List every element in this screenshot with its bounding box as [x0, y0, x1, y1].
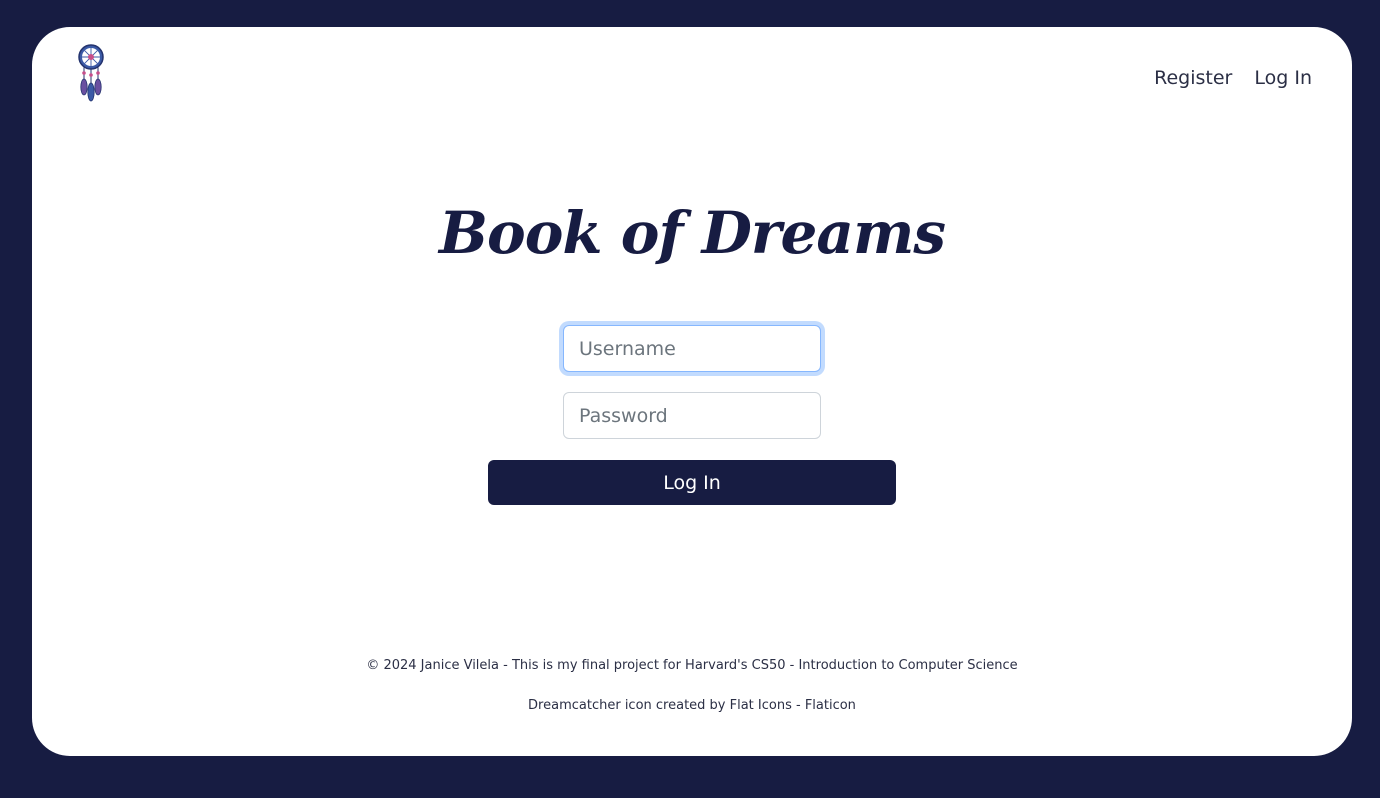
page-title: Book of Dreams: [439, 199, 946, 267]
top-nav: Register Log In: [1154, 67, 1312, 89]
footer-credit: © 2024 Janice Vilela - This is my final …: [366, 658, 1018, 673]
dreamcatcher-icon[interactable]: [74, 43, 108, 103]
login-link[interactable]: Log In: [1254, 67, 1312, 89]
page-card: Register Log In Book of Dreams Log In © …: [32, 27, 1352, 756]
footer-icon-credit: Dreamcatcher icon created by Flat Icons …: [528, 698, 856, 713]
password-input[interactable]: [563, 392, 821, 439]
username-input[interactable]: [563, 325, 821, 372]
register-link[interactable]: Register: [1154, 67, 1232, 89]
login-button[interactable]: Log In: [488, 460, 896, 505]
